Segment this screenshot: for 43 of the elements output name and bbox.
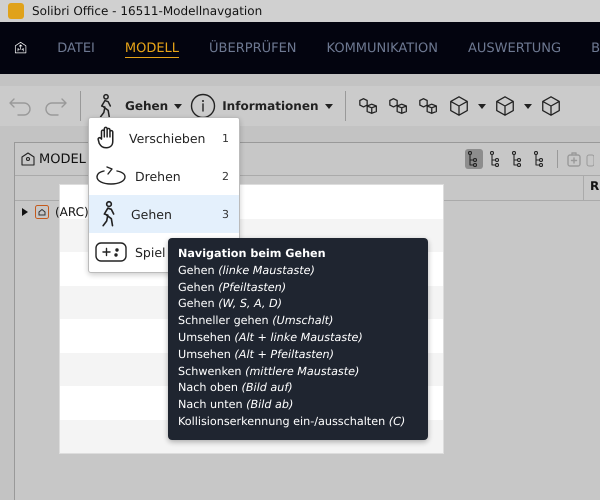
tooltip-line: Umsehen (Alt + linke Maustaste) xyxy=(178,330,364,346)
tooltip-line: Nach unten (Bild ab) xyxy=(178,397,294,414)
tooltip-line: Nach oben (Bild auf) xyxy=(178,380,294,396)
caret-icon xyxy=(524,104,532,108)
cubes-icon xyxy=(388,95,410,117)
tooltip-line: Kollisionserkennung ein-/ausschalten (C) xyxy=(178,414,406,430)
info-icon xyxy=(190,93,216,119)
menu-tab[interactable]: AUSWERTUNG xyxy=(468,38,562,58)
tooltip-line: Umsehen (Alt + Pfeiltasten) xyxy=(178,346,336,363)
tooltip-line: Schwenken (mittlere Maustaste) xyxy=(178,364,360,380)
cubes-icon xyxy=(358,95,380,117)
caret-icon xyxy=(324,104,333,108)
tree-view-button[interactable] xyxy=(465,149,483,169)
tooltip-line: Gehen (linke Maustaste) xyxy=(178,262,316,279)
information-button[interactable]: Informationen xyxy=(190,93,333,119)
menu-tab[interactable]: MODELL xyxy=(124,38,180,58)
menu-item[interactable]: Verschieben 1 xyxy=(89,119,239,157)
caret-icon xyxy=(478,104,486,108)
tooltip-line: Gehen (W, S, A, D) xyxy=(178,296,283,312)
menu-item[interactable]: Gehen 3 xyxy=(89,195,239,233)
caret-icon xyxy=(174,104,182,108)
panel-title: MODEL xyxy=(39,152,86,166)
menu-item[interactable]: Drehen 2 xyxy=(89,157,239,195)
rotate-icon xyxy=(95,165,127,187)
cube-icon xyxy=(540,95,562,117)
menu-tab[interactable]: ÜBERPRÜFEN xyxy=(209,38,297,58)
expand-arrow-icon[interactable] xyxy=(21,208,29,216)
app-logo-icon xyxy=(8,3,24,19)
cube-icon xyxy=(494,95,516,117)
navigation-mode-button[interactable]: Gehen xyxy=(93,93,182,119)
menu-tab[interactable]: KOMMUNIKATION xyxy=(326,38,438,58)
tooltip-title: Navigation beim Gehen xyxy=(178,246,327,262)
gamepad-icon xyxy=(95,241,127,263)
tree-item[interactable]: (ARC) xyxy=(55,205,89,219)
building-icon xyxy=(35,205,49,219)
tooltip-line: Schneller gehen (Umschalt) xyxy=(178,313,334,330)
column-header: R xyxy=(583,176,600,200)
window-title: Solibri Office - 16511-Modellnavgation xyxy=(32,4,262,18)
cubes-icon xyxy=(418,95,440,117)
model-icon xyxy=(21,152,35,166)
menu-tab[interactable]: B xyxy=(591,38,600,58)
tooltip-line: Gehen (Pfeiltasten) xyxy=(178,280,288,296)
menu-tab[interactable]: DATEI xyxy=(57,38,95,58)
